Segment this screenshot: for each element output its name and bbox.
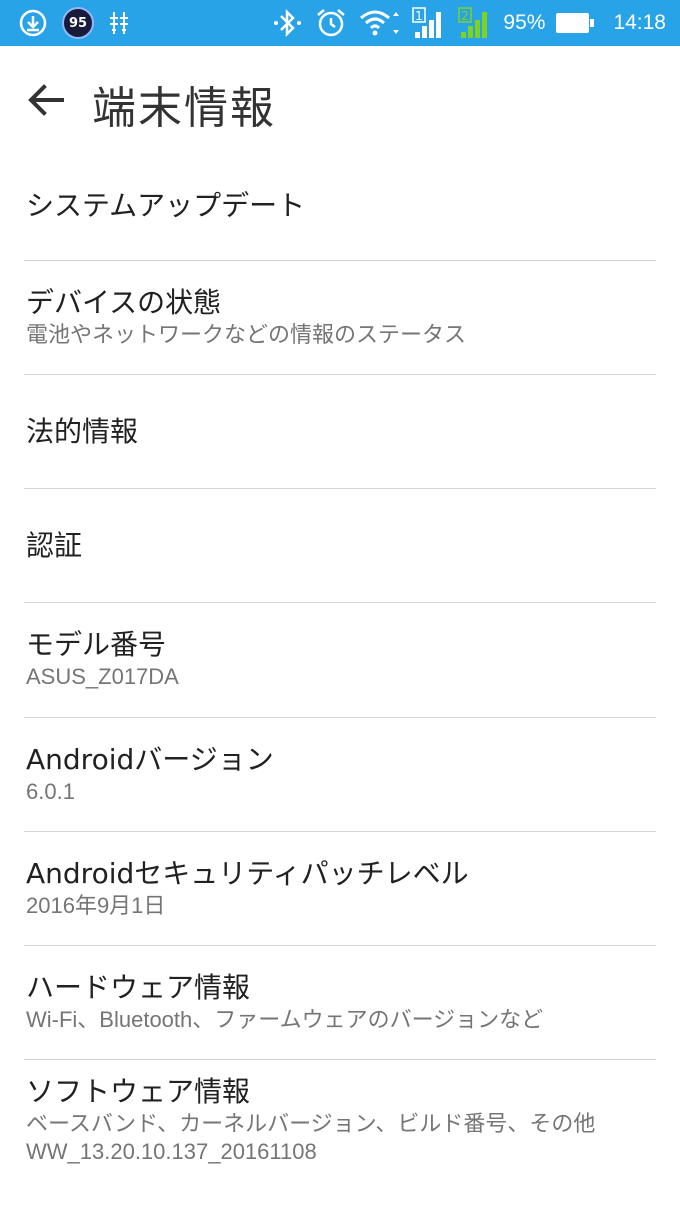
item-summary: 6.0.1 — [26, 779, 75, 804]
list-item-system-update[interactable]: システムアップデート — [0, 146, 680, 260]
download-icon — [18, 8, 48, 38]
settings-list: システムアップデート デバイスの状態 電池やネットワークなどの情報のステータス … — [0, 146, 680, 1210]
item-title: ソフトウェア情報 — [26, 1075, 251, 1108]
item-title: デバイスの状態 — [26, 286, 222, 319]
list-item-certification[interactable]: 認証 — [0, 489, 680, 602]
item-summary: 電池やネットワークなどの情報のステータス — [26, 322, 467, 347]
list-item-model-number[interactable]: モデル番号 ASUS_Z017DA — [0, 603, 680, 717]
back-arrow-icon[interactable] — [24, 78, 68, 122]
app-bar: 端末情報 — [0, 46, 680, 156]
signal-sim2-icon: 2 — [457, 6, 493, 40]
item-summary: Wi-Fi、Bluetooth、ファームウェアのバージョンなど — [26, 1007, 544, 1032]
list-item-android-version[interactable]: Androidバージョン 6.0.1 — [0, 718, 680, 831]
item-build-number: WW_13.20.10.137_20161108 — [26, 1139, 317, 1164]
bluetooth-icon — [271, 8, 305, 38]
usb-debug-icon — [108, 10, 130, 36]
battery-percent: 95% — [503, 11, 546, 34]
item-summary: ASUS_Z017DA — [26, 664, 179, 689]
clock-time: 14:18 — [613, 11, 666, 34]
list-item-software-info[interactable]: ソフトウェア情報 ベースバンド、カーネルバージョン、ビルド番号、その他 WW_1… — [0, 1060, 680, 1210]
item-title: モデル番号 — [26, 628, 167, 661]
status-bar-right: 1 2 95% 14:18 — [271, 0, 666, 46]
item-summary: 2016年9月1日 — [26, 893, 166, 918]
svg-text:2: 2 — [462, 9, 470, 23]
page-title: 端末情報 — [92, 83, 276, 134]
list-item-legal-info[interactable]: 法的情報 — [0, 375, 680, 488]
item-title: Androidセキュリティパッチレベル — [26, 857, 469, 890]
item-title: 認証 — [26, 529, 83, 562]
list-item-device-status[interactable]: デバイスの状態 電池やネットワークなどの情報のステータス — [0, 261, 680, 374]
svg-text:1: 1 — [416, 9, 424, 23]
status-bar-left: 95 — [18, 0, 130, 46]
signal-sim1-icon: 1 — [411, 6, 447, 40]
item-title: システムアップデート — [26, 189, 306, 222]
notification-badge: 95 — [62, 7, 94, 39]
item-title: ハードウェア情報 — [26, 971, 251, 1004]
item-title: 法的情報 — [26, 415, 139, 448]
list-item-hardware-info[interactable]: ハードウェア情報 Wi-Fi、Bluetooth、ファームウェアのバージョンなど — [0, 946, 680, 1059]
wifi-icon — [357, 7, 401, 39]
item-title: Androidバージョン — [26, 743, 274, 776]
battery-icon — [555, 11, 595, 35]
item-summary: ベースバンド、カーネルバージョン、ビルド番号、その他 — [26, 1111, 596, 1136]
list-item-security-patch-level[interactable]: Androidセキュリティパッチレベル 2016年9月1日 — [0, 832, 680, 945]
status-bar: 95 1 2 95% 14:18 — [0, 0, 680, 46]
alarm-icon — [315, 7, 347, 39]
